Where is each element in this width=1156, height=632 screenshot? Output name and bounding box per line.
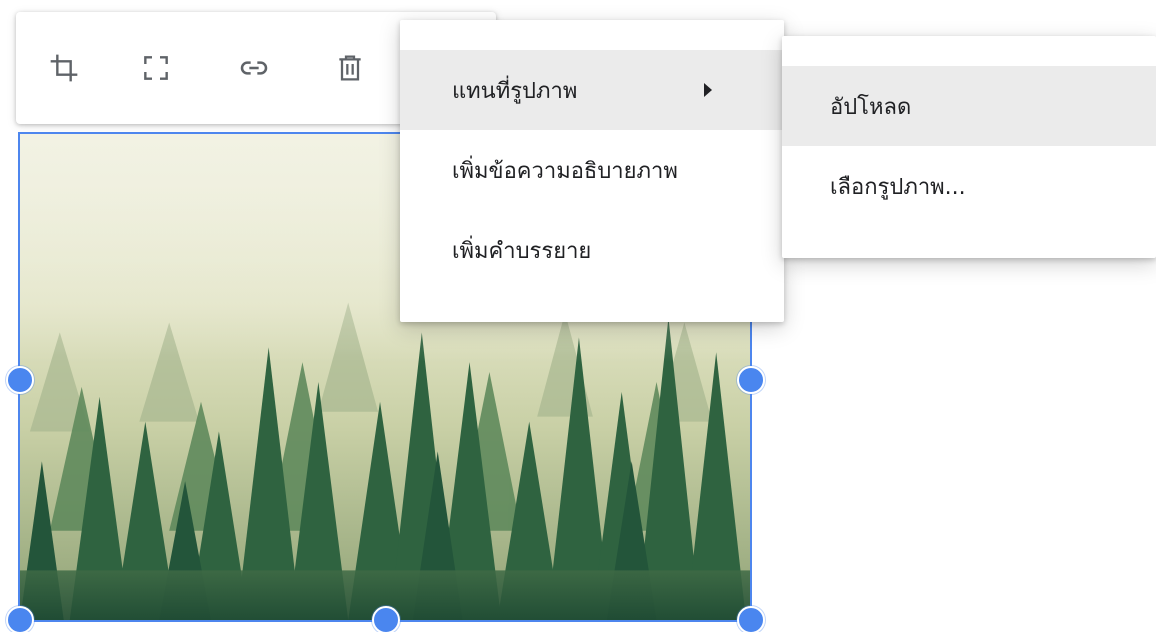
fullscreen-button[interactable]: [134, 48, 178, 92]
trash-icon: [334, 52, 366, 88]
submenu-arrow-icon: [704, 83, 712, 97]
editor-canvas: แทนที่รูปภาพ เพิ่มข้อความอธิบายภาพ เพิ่ม…: [0, 0, 1156, 632]
crop-icon: [48, 52, 80, 88]
submenu-item-label: อัปโหลด: [830, 94, 912, 120]
menu-item-caption[interactable]: เพิ่มคำบรรยาย: [400, 210, 784, 290]
menu-item-label: เพิ่มคำบรรยาย: [452, 238, 592, 264]
resize-handle-right[interactable]: [737, 366, 765, 394]
submenu-item-label: เลือกรูปภาพ...: [830, 174, 966, 200]
menu-item-label: แทนที่รูปภาพ: [452, 78, 578, 104]
resize-handle-bottom[interactable]: [372, 606, 400, 632]
replace-image-submenu: อัปโหลด เลือกรูปภาพ...: [782, 36, 1156, 258]
link-icon: [238, 52, 270, 88]
link-button[interactable]: [232, 48, 276, 92]
resize-handle-left[interactable]: [6, 366, 34, 394]
image-context-menu: แทนที่รูปภาพ เพิ่มข้อความอธิบายภาพ เพิ่ม…: [400, 20, 784, 322]
menu-item-replace-image[interactable]: แทนที่รูปภาพ: [400, 50, 784, 130]
submenu-item-choose-image[interactable]: เลือกรูปภาพ...: [782, 146, 1156, 226]
delete-button[interactable]: [328, 48, 372, 92]
submenu-item-upload[interactable]: อัปโหลด: [782, 66, 1156, 146]
menu-item-alt-text[interactable]: เพิ่มข้อความอธิบายภาพ: [400, 130, 784, 210]
crop-button[interactable]: [42, 48, 86, 92]
fullscreen-icon: [140, 52, 172, 88]
resize-handle-bottom-left[interactable]: [6, 606, 34, 632]
resize-handle-bottom-right[interactable]: [737, 606, 765, 632]
menu-item-label: เพิ่มข้อความอธิบายภาพ: [452, 158, 678, 184]
